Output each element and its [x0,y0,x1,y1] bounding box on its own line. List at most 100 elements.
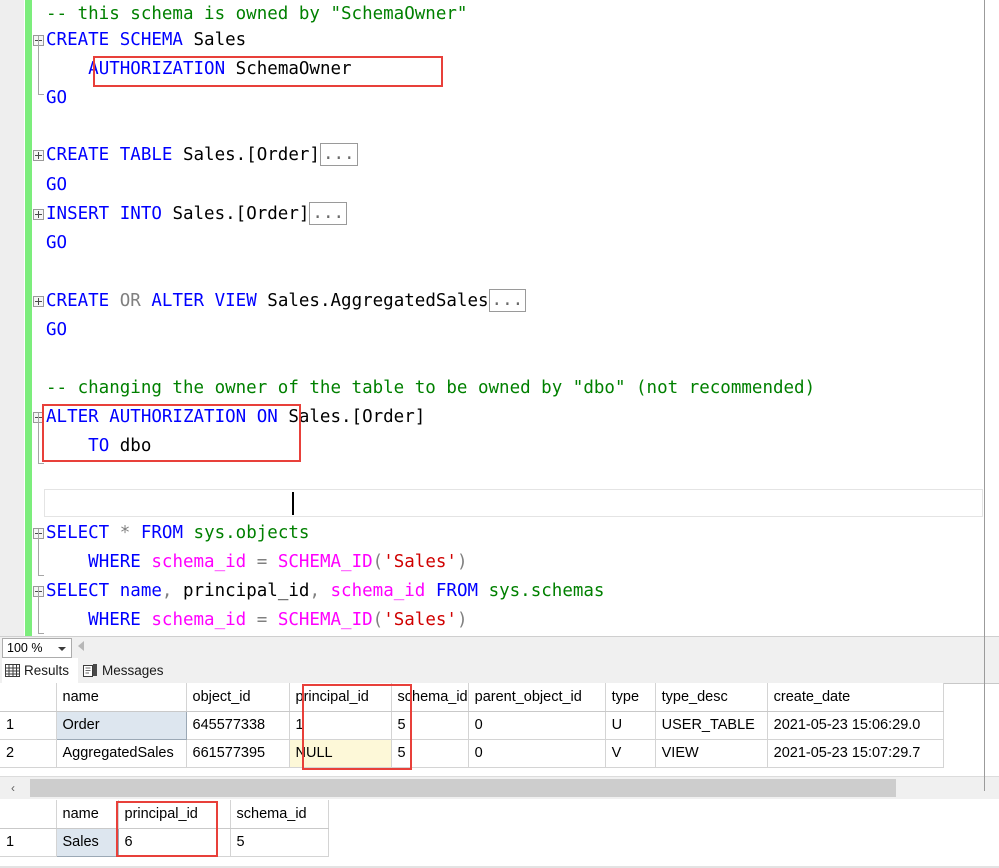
results-table[interactable]: name principal_id schema_id 1 Sales 6 5 [0,800,329,857]
code-line: CREATE SCHEMA Sales [46,26,246,56]
column-header-schema_id[interactable]: schema_id [230,800,329,829]
cell-object_id[interactable]: 645577338 [186,711,290,740]
collapsed-region-token[interactable]: ... [488,289,527,312]
code-token: schema_id [151,610,257,630]
tab-messages[interactable]: Messages [80,658,174,683]
fold-guide-line [38,413,39,463]
fold-guide-end [38,94,44,95]
zoom-level-label: 100 % [7,641,43,655]
code-token: SCHEMA_ID [277,610,373,630]
column-header-type_desc[interactable]: type_desc [655,683,768,712]
column-header-schema_id[interactable]: schema_id [391,683,469,712]
cell-schema_id[interactable]: 5 [391,711,469,740]
fold-guide-line [38,587,39,633]
fold-guide-end [38,463,44,464]
current-line-highlight [44,489,983,517]
code-line: GO [46,84,67,114]
code-line: WHERE schema_id = SCHEMA_ID('Sales') [46,606,468,636]
table-row[interactable]: 1 Order 645577338 1 5 0 U USER_TABLE 2021-05-23 … [0,710,944,740]
cell-principal_id[interactable]: 6 [118,828,231,857]
results-table[interactable]: name object_id principal_id schema_id parent… [0,683,944,768]
collapsed-region-token[interactable]: ... [309,202,348,225]
code-token: GO [46,175,68,195]
fold-guide-line [38,529,39,575]
fold-guide-end [38,575,44,576]
cell-type[interactable]: V [605,739,656,768]
table-row[interactable]: 2 AggregatedSales 661577395 NULL 5 0 V VIEW 2021… [0,739,944,768]
scroll-left-arrow-icon[interactable] [78,641,84,651]
code-token: ALTER AUTHORIZATION [46,407,257,427]
cell-type[interactable]: U [605,711,656,740]
row-header-cell[interactable]: 1 [0,711,57,740]
code-token: sys.objects [193,523,310,543]
code-token: = [256,610,278,630]
column-header-parent_object_id[interactable]: parent_object_id [468,683,606,712]
cell-principal_id[interactable]: 1 [289,711,392,740]
code-token: * [119,523,141,543]
code-token: GO [46,320,68,340]
results-horizontal-scrollbar[interactable]: ‹ [0,776,999,799]
column-header-name[interactable]: name [56,683,187,712]
sys-objects-grid[interactable]: name object_id principal_id schema_id parent… [0,683,999,768]
fold-expand-icon[interactable] [33,296,44,307]
cell-create_date[interactable]: 2021-05-23 15:06:29.0 [767,711,944,740]
cell-parent_object_id[interactable]: 0 [468,739,606,768]
sys-schemas-grid[interactable]: name principal_id schema_id 1 Sales 6 5 [0,800,999,857]
grid-corner-cell[interactable] [0,800,57,829]
fold-expand-icon[interactable] [33,209,44,220]
code-token: Sales.[Order] [172,204,310,224]
message-icon [83,664,97,677]
cell-name[interactable]: Sales [55,827,119,857]
column-header-type[interactable]: type [605,683,656,712]
grid-icon [5,664,20,677]
editor-status-bar: 100 % [0,636,999,659]
row-header-cell[interactable]: 2 [0,739,57,768]
code-token: ( [372,610,384,630]
column-header-object_id[interactable]: object_id [186,683,290,712]
cell-object_id[interactable]: 661577395 [186,739,290,768]
code-line: ALTER AUTHORIZATION ON Sales.[Order] [46,403,425,433]
cell-name[interactable]: AggregatedSales [56,739,187,768]
code-token: SELECT [46,523,120,543]
column-header-principal_id[interactable]: principal_id [118,800,231,829]
cell-schema_id[interactable]: 5 [391,739,469,768]
cell-schema_id[interactable]: 5 [230,828,329,857]
cell-principal_id[interactable]: NULL [289,739,392,768]
code-line: CREATE TABLE Sales.[Order]... [46,141,358,171]
cell-parent_object_id[interactable]: 0 [468,711,606,740]
scroll-left-arrow-icon[interactable]: ‹ [11,782,18,794]
tab-results[interactable]: Results [2,658,78,683]
table-row[interactable]: 1 Sales 6 5 [0,827,329,857]
cell-type_desc[interactable]: VIEW [655,739,768,768]
grid-corner-cell[interactable] [0,683,57,712]
code-line: WHERE schema_id = SCHEMA_ID('Sales') [46,548,467,578]
code-token: Sales.AggregatedSales [267,291,489,311]
zoom-level-dropdown[interactable]: 100 % [2,638,72,658]
code-token: AUTHORIZATION [88,59,236,79]
cell-type_desc[interactable]: USER_TABLE [655,711,768,740]
sql-editor-pane[interactable]: -- this schema is owned by "SchemaOwner"… [0,0,999,636]
code-line: GO [46,171,67,201]
window-border [984,0,985,791]
cell-name[interactable]: Order [55,710,187,740]
fold-expand-icon[interactable] [33,150,44,161]
column-header-name[interactable]: name [56,800,119,829]
code-token: 'Sales' [383,552,457,572]
code-token: ( [372,552,384,572]
code-token: -- this schema is owned by "SchemaOwner" [46,4,468,24]
column-header-principal_id[interactable]: principal_id [289,683,392,712]
code-token: ) [456,610,468,630]
cell-create_date[interactable]: 2021-05-23 15:07:29.7 [767,739,944,768]
fold-margin[interactable] [32,0,46,636]
code-token: GO [46,88,68,108]
row-header-cell[interactable]: 1 [0,828,57,857]
collapsed-region-token[interactable]: ... [319,143,358,166]
code-token: -- changing the owner of the table to be… [46,378,816,398]
code-text-area[interactable]: -- this schema is owned by "SchemaOwner"… [46,0,985,636]
code-token: dbo [119,436,152,456]
scrollbar-thumb[interactable] [30,779,896,797]
code-token: CREATE SCHEMA [46,30,194,50]
column-header-create_date[interactable]: create_date [767,683,944,712]
